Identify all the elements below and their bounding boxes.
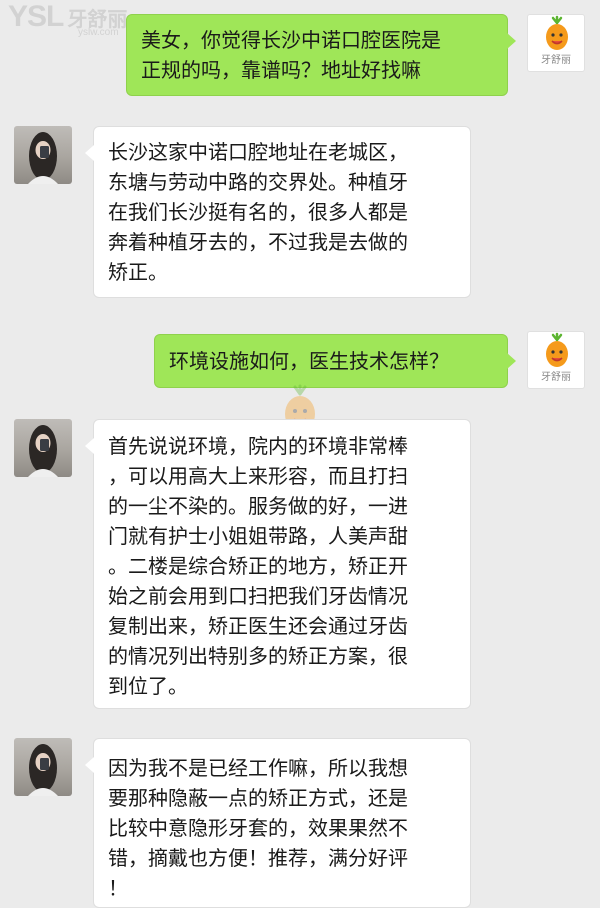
message-bubble-received[interactable]: 因为我不是已经工作嘛，所以我想 要那种隐蔽一点的矫正方式，还是 比较中意隐形牙套… bbox=[85, 738, 471, 908]
avatar-contact[interactable] bbox=[14, 126, 72, 184]
watermark-brand: YSL bbox=[8, 0, 64, 33]
message-bubble-received[interactable]: 长沙这家中诺口腔地址在老城区， 东塘与劳动中路的交界处。种植牙 在我们长沙挺有名… bbox=[85, 126, 471, 298]
contact-photo bbox=[28, 744, 58, 796]
avatar-contact[interactable] bbox=[14, 738, 72, 796]
avatar-contact[interactable] bbox=[14, 419, 72, 477]
avatar-label: 牙舒丽 bbox=[541, 372, 571, 383]
contact-photo bbox=[28, 425, 58, 477]
contact-photo bbox=[28, 132, 58, 184]
avatar-label: 牙舒丽 bbox=[541, 55, 571, 66]
watermark-logo: YSL 牙舒丽 yslw.com bbox=[8, 0, 127, 38]
avatar-self[interactable]: 牙舒丽 bbox=[527, 14, 585, 72]
watermark-url: yslw.com bbox=[78, 27, 119, 38]
message-bubble-received[interactable]: 首先说说环境，院内的环境非常棒 ，可以用高大上来形容，而且打扫 的一尘不染的。服… bbox=[85, 419, 471, 709]
avatar-self[interactable]: 牙舒丽 bbox=[527, 331, 585, 389]
message-bubble-sent[interactable]: 美女，你觉得长沙中诺口腔医院是 正规的吗，靠谱吗？地址好找嘛 bbox=[126, 14, 516, 96]
message-bubble-sent[interactable]: 环境设施如何，医生技术怎样？ bbox=[154, 334, 516, 388]
